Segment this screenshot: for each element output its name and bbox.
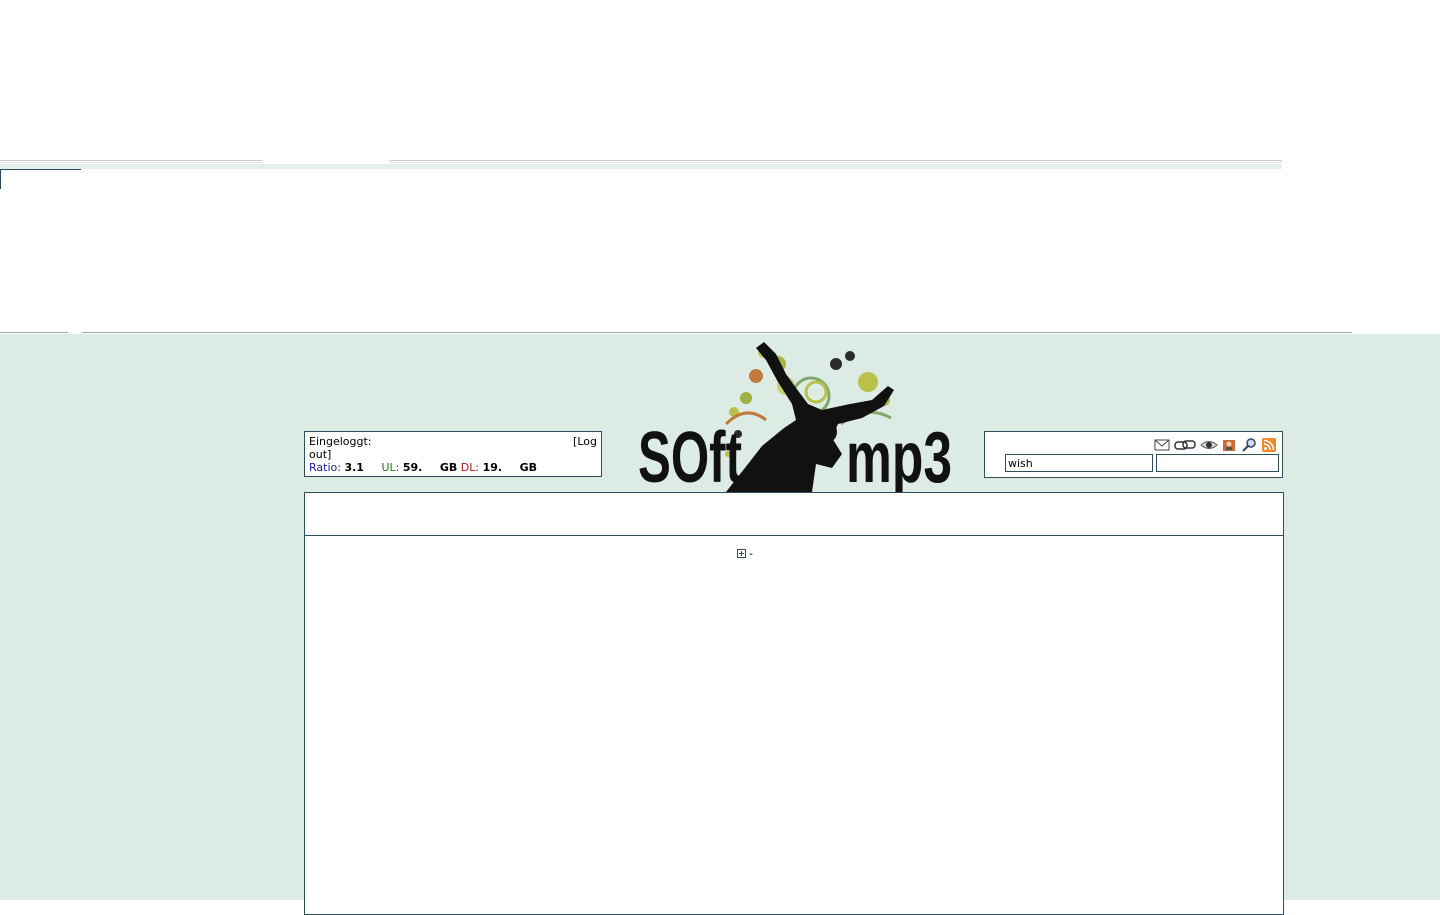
logged-in-label: Eingeloggt: [309,435,372,448]
navigation-bar [304,492,1284,536]
left-frame [0,169,81,333]
logo-text-right: mp3 [846,418,952,492]
search-panel [984,431,1283,478]
site-logo[interactable]: SOft mp3 [636,334,954,492]
download-label: DL: [460,461,480,474]
header-strip [0,164,1282,169]
top-divider-secondary [0,162,1282,163]
search-category-select[interactable] [1156,454,1279,472]
user-status-box: Eingeloggt: [Log out] Ratio: 3.1 UL: 59.… [304,431,602,477]
top-divider [0,160,1282,161]
expand-toggle[interactable]: - [737,547,753,560]
upload-value: 59. [402,461,423,474]
ratio-value: 3.1 [344,461,364,474]
eye-icon[interactable] [1200,438,1218,452]
logo-text-left: SOft [638,418,742,492]
upload-label: UL: [381,461,400,474]
frame-divider [0,332,1352,333]
toolbar-icons [1154,438,1276,452]
download-unit: GB [519,461,537,474]
expand-label: - [749,547,753,560]
left-frame-edge [0,169,1,189]
logout-link-cont[interactable]: out] [309,448,331,461]
logout-link[interactable]: [Log [573,435,597,448]
user-icon[interactable] [1222,438,1238,452]
search-icon[interactable] [1242,438,1258,452]
rss-icon[interactable] [1262,438,1276,452]
ratio-label: Ratio: [309,461,341,474]
transfer-stats: Ratio: 3.1 UL: 59. GB DL: 19. GB [309,461,537,474]
search-input[interactable] [1005,454,1153,472]
expand-plus-icon[interactable] [737,549,746,558]
main-content: - [304,535,1284,915]
mail-icon[interactable] [1154,438,1170,452]
download-value: 19. [482,461,503,474]
upload-unit: GB [439,461,458,474]
link-icon[interactable] [1174,438,1196,452]
